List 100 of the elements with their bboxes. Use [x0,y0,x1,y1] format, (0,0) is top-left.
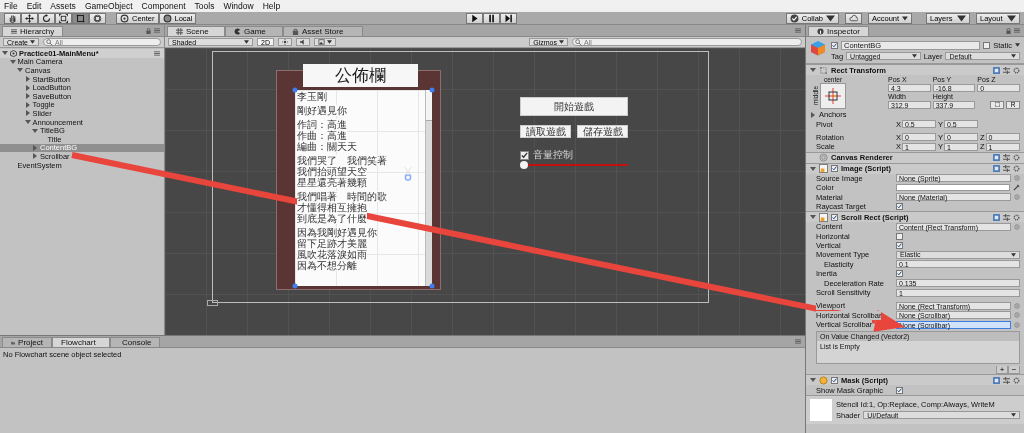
volume-slider[interactable] [520,161,628,169]
inspector-tab[interactable]: Inspector [808,26,869,36]
anchor-preset-button[interactable] [820,83,846,109]
view-tab[interactable]: Scene [167,26,225,36]
cloud-button[interactable] [845,12,862,24]
menu-item[interactable]: GameObject [84,1,133,11]
tool-button[interactable] [21,12,38,24]
menu-item[interactable]: File [4,1,18,11]
gear-icon[interactable] [1013,376,1020,384]
resize-handle[interactable] [292,283,298,289]
tool-button[interactable] [72,12,89,24]
caret-icon [559,40,564,44]
foldout-icon[interactable] [24,84,31,91]
foldout-icon[interactable] [810,165,816,172]
enable-checkbox[interactable] [831,165,838,173]
caret-icon [30,40,35,44]
tool-button[interactable] [89,12,106,24]
foldout-icon[interactable] [810,67,816,73]
foldout-icon[interactable] [810,111,816,118]
help-icon[interactable] [993,66,1000,74]
gear-icon[interactable] [1013,66,1020,74]
resize-handle[interactable] [429,283,435,289]
help-icon[interactable] [993,154,1000,162]
resize-handle[interactable] [292,87,298,93]
pivot-icon [120,13,129,23]
gear-icon[interactable] [1013,213,1020,221]
menu-item[interactable]: Tools [194,1,215,11]
foldout-icon[interactable] [32,153,38,160]
search-icon [46,39,53,46]
help-icon[interactable] [993,165,1000,173]
caret-icon [1011,413,1016,418]
foldout-icon[interactable] [24,76,31,83]
pause-button[interactable] [482,12,500,24]
foldout-icon[interactable] [2,50,8,57]
save-game-button[interactable]: 儲存遊戲 [577,125,628,138]
lock-icon[interactable] [146,27,151,34]
checkbox[interactable] [896,242,903,250]
enable-checkbox[interactable] [831,376,838,384]
preset-icon[interactable] [1003,213,1010,221]
foldout-icon[interactable] [24,110,31,117]
menu-item[interactable]: Window [223,1,254,11]
view-tab[interactable]: Game [225,26,283,36]
step-button[interactable] [499,12,517,24]
hierarchy-tab[interactable]: Hierarchy [2,26,64,36]
menu-item[interactable]: Edit [26,1,42,11]
enable-checkbox[interactable] [831,213,838,221]
lock-icon[interactable] [1006,27,1011,34]
foldout-icon[interactable] [17,67,23,74]
lighting-button[interactable] [277,38,292,46]
foldout-icon[interactable] [810,214,816,221]
preset-icon[interactable] [1003,165,1010,173]
canvas-anchor-marker [207,300,218,306]
help-icon[interactable] [993,376,1000,384]
preset-icon[interactable] [1003,376,1010,384]
volume-checkbox[interactable] [520,150,529,160]
active-checkbox[interactable] [831,41,838,49]
scrollbar[interactable] [425,90,432,286]
caret-icon [326,40,332,44]
menu-item[interactable]: Component [141,1,186,11]
foldout-icon[interactable] [24,93,31,100]
checkbox[interactable] [896,270,903,278]
scene-view[interactable]: 公佈欄 李玉剛 剛好遇見你 作詞：高進 作曲：高進 編曲：關天天 我們哭了 我們笑著 我們抬頭望天空 星星還亮著幾顆 我們唱著 時間的歌 才懂得相互擁抱 到底是為了什麼 因為我剛好遇見你 留下足跡才美麗 風吹花落淚如雨 因為不想分離 開始遊戲 讀取遊戲 儲存遊戲 音量控制 [165,48,805,335]
help-icon[interactable] [993,213,1000,221]
preset-icon[interactable] [1003,154,1010,162]
checkbox[interactable] [896,386,903,394]
preset-icon[interactable] [1003,66,1010,74]
static-checkbox[interactable] [983,41,991,49]
blueprint-button[interactable] [990,100,1004,109]
menu-item[interactable]: Assets [50,1,76,11]
checkbox[interactable] [896,202,903,210]
panel-tab[interactable]: Console [110,337,160,347]
foldout-icon[interactable] [810,377,816,384]
pivot-gizmo-icon[interactable] [401,166,415,182]
foldout-icon[interactable] [32,127,38,134]
load-game-button[interactable]: 讀取遊戲 [520,125,571,138]
panel-tab[interactable]: Flowchart [52,337,110,347]
panel-tab[interactable]: Project [2,337,52,347]
effects-dropdown[interactable] [313,38,336,46]
play-button[interactable] [465,12,483,24]
view-tab[interactable]: Asset Store [283,26,363,36]
tool-button[interactable] [55,12,72,24]
remove-button[interactable]: − [1008,366,1020,375]
info-icon [817,28,824,35]
resize-handle[interactable] [429,87,435,93]
scrollbar-handle[interactable] [426,90,432,121]
menu-item[interactable]: Help [262,1,281,11]
foldout-icon[interactable] [24,101,31,108]
menu-icon[interactable] [154,50,160,56]
audio-button[interactable] [295,38,310,46]
foldout-icon[interactable] [24,119,31,126]
panel-title: 公佈欄 [303,64,418,87]
tool-button[interactable] [38,12,55,24]
slider-thumb[interactable] [520,161,528,169]
eyedropper-icon[interactable] [1013,184,1020,192]
tool-button[interactable] [4,12,21,24]
foldout-icon[interactable] [32,144,38,151]
checkbox[interactable] [896,232,903,240]
search-icon [575,39,582,46]
start-game-button[interactable]: 開始遊戲 [520,97,628,116]
color-field[interactable] [896,184,1010,192]
